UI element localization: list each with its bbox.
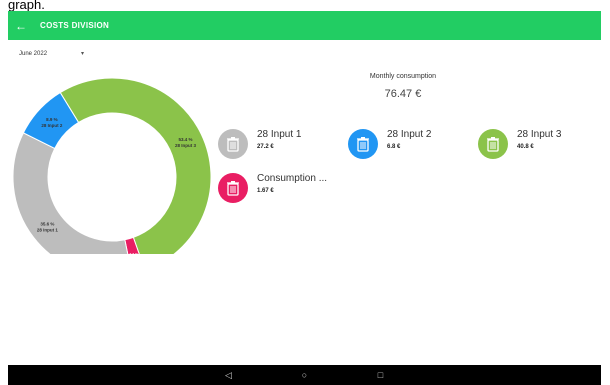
legend-value: 6.8 €	[387, 144, 401, 150]
legend-item-input-2[interactable]: 28 Input 2 6.8 €	[348, 129, 431, 159]
summary-label: Monthly consumption	[369, 73, 437, 80]
legend-value: 27.2 €	[257, 144, 274, 150]
summary-total: 76.47 €	[384, 88, 422, 100]
slice-percent-label: 35.6 %	[40, 222, 54, 227]
donut-slice[interactable]	[59, 77, 212, 271]
page-title: COSTS DIVISION	[40, 21, 110, 30]
legend-name: 28 Input 1	[257, 129, 302, 140]
back-arrow-icon[interactable]: ←	[8, 19, 34, 33]
trash-icon	[218, 173, 248, 203]
trash-icon	[348, 129, 378, 159]
slice-percent-label: 2.2 %	[129, 253, 139, 254]
system-nav-bar: ◁ ○ □	[8, 365, 601, 385]
main-content: June 2022 ▾ 53.4 %28 Input 32.2 %Consump…	[8, 40, 601, 365]
donut-chart-svg: 53.4 %28 Input 32.2 %Consumption ...35.6…	[12, 77, 212, 277]
app-bar: ← COSTS DIVISION	[8, 11, 601, 40]
nav-home-icon[interactable]: ○	[295, 370, 315, 380]
donut-slice[interactable]	[12, 132, 133, 277]
legend-item-input-3[interactable]: 28 Input 3 40.8 €	[478, 129, 561, 159]
slice-name-label: 28 Input 3	[175, 143, 197, 148]
slice-percent-label: 8.9 %	[46, 117, 58, 122]
legend-item-input-1[interactable]: 28 Input 1 27.2 €	[218, 129, 301, 159]
trash-icon	[478, 129, 508, 159]
nav-back-icon[interactable]: ◁	[219, 370, 239, 381]
legend-value: 1.67 €	[257, 188, 274, 194]
legend-value: 40.8 €	[517, 144, 534, 150]
donut-chart: 53.4 %28 Input 32.2 %Consumption ...35.6…	[8, 40, 216, 277]
legend-name: 28 Input 3	[517, 129, 562, 140]
legend-item-consumption[interactable]: Consumption ... 1.67 €	[218, 173, 327, 203]
monthly-summary: Monthly consumption 76.47 €	[328, 73, 478, 100]
trash-icon	[218, 129, 248, 159]
slice-name-label: 28 Input 2	[41, 123, 63, 128]
slice-name-label: 28 Input 1	[37, 228, 59, 233]
nav-recents-icon[interactable]: □	[371, 370, 391, 380]
slice-percent-label: 53.4 %	[179, 137, 193, 142]
legend-name: 28 Input 2	[387, 129, 432, 140]
legend-name: Consumption ...	[257, 173, 328, 184]
